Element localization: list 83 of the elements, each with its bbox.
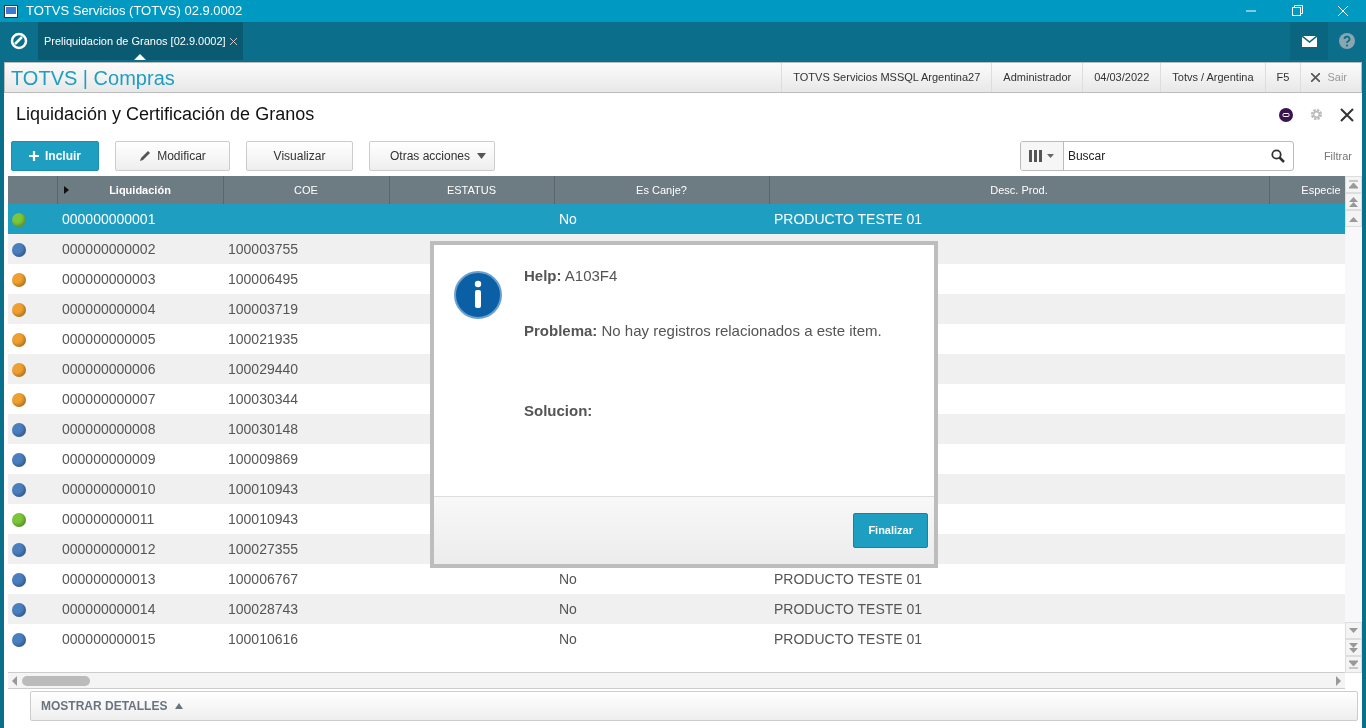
table-cell: 100010943 <box>228 480 299 497</box>
table-cell: 100006495 <box>228 270 299 287</box>
toolbar-button[interactable]: Modificar <box>115 141 230 171</box>
table-cell: No <box>559 210 577 227</box>
scroll-down-button[interactable] <box>1345 622 1362 639</box>
search-box[interactable]: Buscar <box>1019 141 1294 171</box>
problem-text: Problema: No hay registros relacionados a este item. <box>524 320 882 341</box>
table-cell[interactable]: 000000000009 <box>62 450 156 467</box>
table-cell: 100003755 <box>228 240 299 257</box>
columns-icon[interactable] <box>1028 150 1055 162</box>
search-icon[interactable] <box>1270 149 1285 163</box>
page-title: Liquidación y Certificación de Granos <box>16 103 315 126</box>
double-down-arrow-icon <box>1349 642 1358 653</box>
down-arrow-icon <box>1349 627 1358 634</box>
page-down-button[interactable] <box>1345 639 1362 656</box>
scroll-top-button[interactable] <box>1345 176 1362 193</box>
settings-icon[interactable] <box>1309 107 1324 122</box>
table-cell: 100027355 <box>228 540 299 557</box>
scroll-bottom-button[interactable] <box>1345 656 1362 673</box>
caret-up-icon <box>175 703 184 709</box>
help-icon[interactable] <box>1339 33 1355 49</box>
column-header[interactable]: Especie <box>1269 176 1345 204</box>
table-cell: PRODUCTO TESTE 01 <box>774 210 923 227</box>
scroll-up-button[interactable] <box>1345 210 1362 227</box>
table-cell: 100029440 <box>228 360 299 377</box>
window-title: TOTVS Servicios (TOTVS) 02.9.0002 <box>26 2 243 21</box>
table-cell: 100021935 <box>228 330 299 347</box>
table-cell: 100028743 <box>228 600 299 617</box>
details-toggle[interactable]: MOSTRAR DETALLES <box>31 697 184 715</box>
bottom-arrow-icon <box>1349 660 1358 669</box>
table-cell: PRODUCTO TESTE 01 <box>774 630 923 647</box>
table-cell: 100030344 <box>228 390 299 407</box>
toolbar-button[interactable]: Otras acciones <box>369 141 495 171</box>
header-info: Totvs / Argentina <box>1160 63 1265 92</box>
table-cell: 100010943 <box>228 510 299 527</box>
table-cell: 100030148 <box>228 420 299 437</box>
header-info: TOTVS Servicios MSSQL Argentina27 <box>781 63 992 92</box>
table-cell: 100010616 <box>228 630 299 647</box>
header-info: 04/03/2022 <box>1082 63 1161 92</box>
up-arrow-icon <box>1349 215 1358 222</box>
table-cell[interactable]: 000000000005 <box>62 330 156 347</box>
tab-close-icon[interactable] <box>229 37 237 45</box>
column-header[interactable]: Es Canje? <box>554 176 769 204</box>
table-cell[interactable]: 000000000003 <box>62 270 156 287</box>
sort-arrow-icon <box>63 186 69 194</box>
scrollbar-thumb[interactable] <box>22 675 90 686</box>
filter-link[interactable]: Filtrar <box>1323 147 1352 165</box>
brand-title: TOTVS | Compras <box>10 65 175 91</box>
mail-icon[interactable] <box>1301 35 1317 47</box>
table-cell[interactable]: 000000000011 <box>62 510 155 527</box>
column-header[interactable]: COE <box>223 176 389 204</box>
table-cell[interactable]: 000000000013 <box>62 570 156 587</box>
header-info: F5 <box>1264 63 1301 92</box>
toolbar-button[interactable]: Visualizar <box>246 141 353 171</box>
column-header[interactable]: Liquidación <box>57 176 223 204</box>
close-icon <box>1311 73 1321 82</box>
column-header[interactable]: ESTATUS <box>389 176 554 204</box>
double-up-arrow-icon <box>1349 196 1358 207</box>
table-cell: No <box>559 630 577 647</box>
column-header[interactable]: Desc. Prod. <box>769 176 1269 204</box>
table-cell: 100006767 <box>228 570 299 587</box>
table-cell[interactable]: 000000000015 <box>62 630 156 647</box>
table-cell[interactable]: 000000000007 <box>62 390 156 407</box>
solution-label: Solucion: <box>524 401 594 421</box>
pencil-icon <box>139 150 152 162</box>
table-cell: PRODUCTO TESTE 01 <box>774 570 923 587</box>
badge-icon[interactable] <box>1279 107 1293 122</box>
table-cell: 100003719 <box>228 300 299 317</box>
table-cell: 100009869 <box>228 450 299 467</box>
top-arrow-icon <box>1349 180 1358 189</box>
header-info: Administrador <box>991 63 1083 92</box>
table-cell: PRODUCTO TESTE 01 <box>774 600 923 617</box>
app-icon <box>4 4 18 18</box>
logo-icon[interactable] <box>10 32 28 50</box>
plus-icon <box>29 151 39 161</box>
info-icon <box>454 271 502 319</box>
page-up-button[interactable] <box>1345 193 1362 210</box>
caret-icon <box>477 153 486 159</box>
tab[interactable]: Preliquidacion de Granos [02.9.0002] <box>38 22 243 60</box>
help-code: Help: A103F4 <box>524 266 619 286</box>
table-cell: No <box>559 600 577 617</box>
close-icon[interactable] <box>1340 107 1354 122</box>
table-cell: No <box>559 570 577 587</box>
